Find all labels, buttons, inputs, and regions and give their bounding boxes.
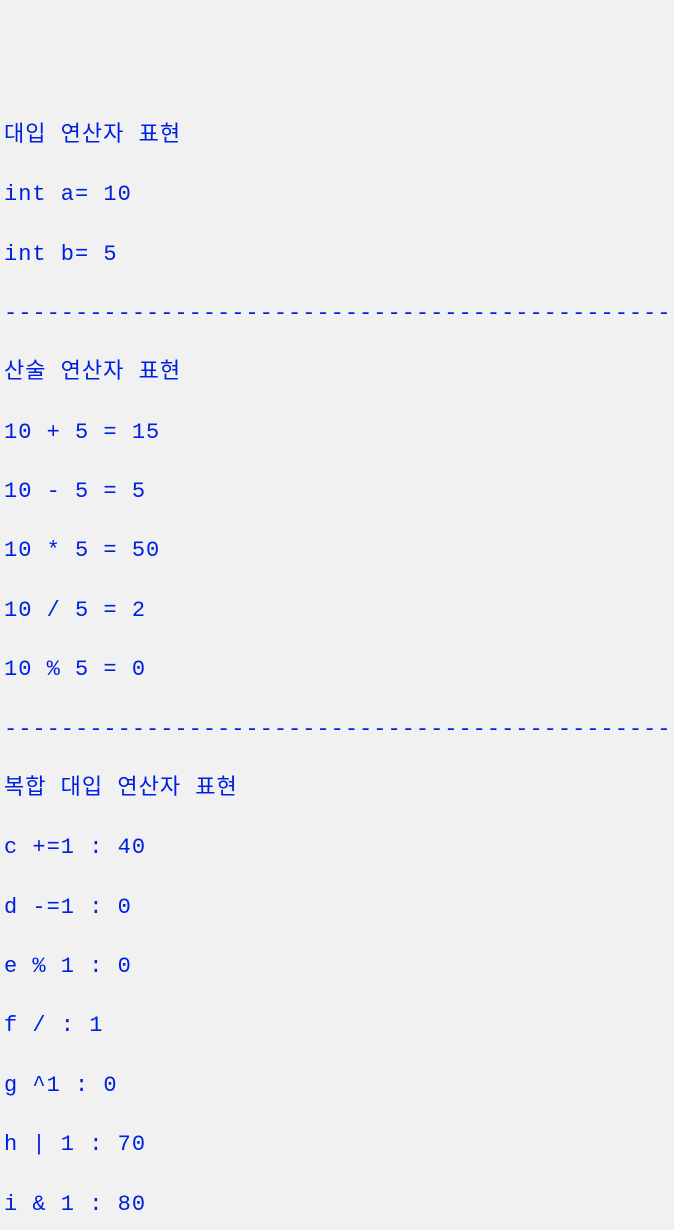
output-line: f / : 1 — [4, 1011, 670, 1041]
output-line: h | 1 : 70 — [4, 1130, 670, 1160]
output-line: d -=1 : 0 — [4, 893, 670, 923]
output-line: 10 - 5 = 5 — [4, 477, 670, 507]
divider-line: ----------------------------------------… — [4, 715, 670, 745]
section2-title: 산술 연산자 표현 — [4, 358, 670, 388]
output-line: 10 / 5 = 2 — [4, 596, 670, 626]
output-line: e % 1 : 0 — [4, 952, 670, 982]
output-line: g ^1 : 0 — [4, 1071, 670, 1101]
output-line: c +=1 : 40 — [4, 833, 670, 863]
output-line: int a= 10 — [4, 180, 670, 210]
output-line: int b= 5 — [4, 240, 670, 270]
output-line: 10 * 5 = 50 — [4, 536, 670, 566]
output-line: 10 % 5 = 0 — [4, 655, 670, 685]
section1-title: 대입 연산자 표현 — [4, 121, 670, 151]
divider-line: ----------------------------------------… — [4, 299, 670, 329]
section3-title: 복합 대입 연산자 표현 — [4, 774, 670, 804]
output-line: 10 + 5 = 15 — [4, 418, 670, 448]
output-line: i & 1 : 80 — [4, 1190, 670, 1220]
